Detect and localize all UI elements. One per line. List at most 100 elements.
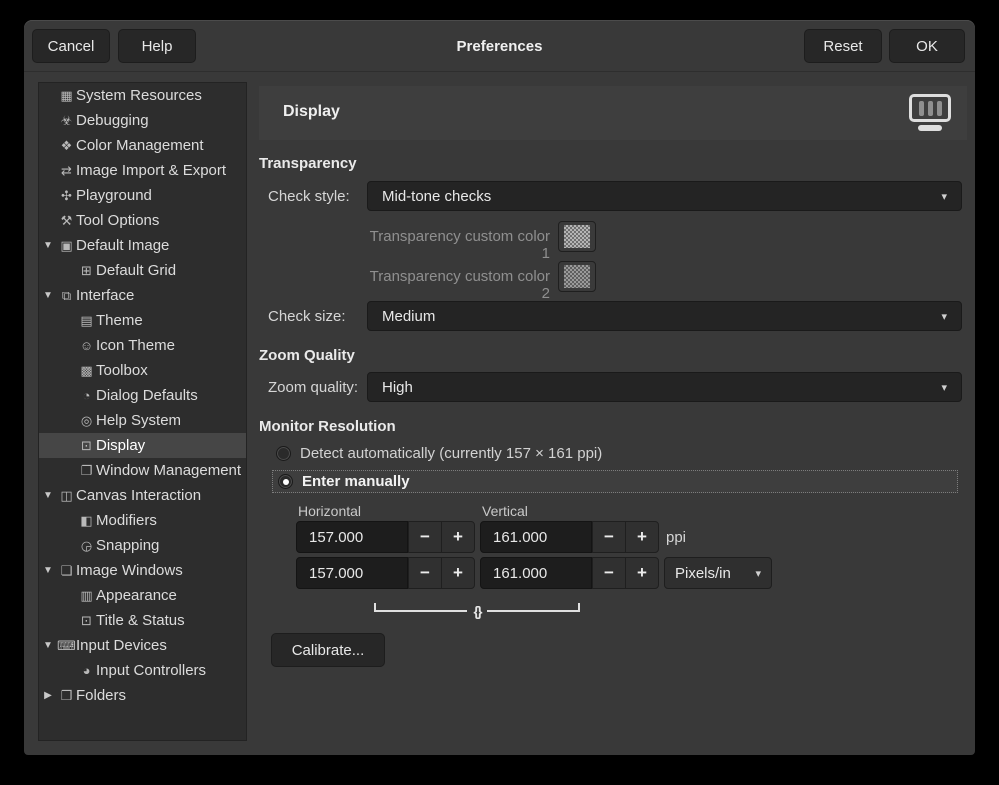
sidebar-item-label: Interface (76, 287, 134, 304)
sidebar-item-icon-theme[interactable]: ☺Icon Theme (39, 333, 246, 358)
vertical-ppi-input[interactable] (480, 521, 592, 553)
check-size-label: Check size: (268, 308, 346, 325)
playground-icon: ✣ (57, 188, 76, 204)
zoom-quality-dropdown[interactable]: High ▾ (367, 372, 962, 402)
check-size-dropdown[interactable]: Medium ▾ (367, 301, 962, 331)
sidebar-item-window-management[interactable]: ❐Window Management (39, 458, 246, 483)
sidebar-item-dialog-defaults[interactable]: ◔Dialog Defaults (39, 383, 246, 408)
sidebar-item-default-image[interactable]: ▼▣Default Image (39, 233, 246, 258)
sidebar-item-folders[interactable]: ▶❒Folders (39, 683, 246, 708)
custom-color-2-label: Transparency custom color 2 (367, 268, 550, 302)
vertical-unit-input[interactable] (480, 557, 592, 589)
cancel-button[interactable]: Cancel (32, 29, 110, 63)
horizontal-ppi-decrement-button[interactable]: − (408, 521, 442, 553)
ok-button[interactable]: OK (889, 29, 965, 63)
radio-off-icon[interactable] (276, 446, 291, 461)
sidebar-item-label: Snapping (96, 537, 159, 554)
sidebar-item-label: Default Image (76, 237, 169, 254)
preferences-dialog: Preferences Cancel Help Reset OK ▦System… (24, 20, 975, 755)
chevron-down-icon: ▾ (941, 310, 947, 323)
broken-chain-icon: {} (474, 606, 481, 616)
expander-open-icon[interactable]: ▼ (39, 290, 57, 301)
sidebar-item-debugging[interactable]: ☣Debugging (39, 108, 246, 133)
monitor-resolution-section-title: Monitor Resolution (259, 418, 396, 435)
horizontal-unit-increment-button[interactable]: + (441, 557, 475, 589)
chain-link-toggle[interactable]: {} (374, 596, 580, 612)
theme-icon: ▤ (77, 313, 96, 329)
chevron-down-icon: ▾ (941, 381, 947, 394)
sidebar-item-label: Tool Options (76, 212, 159, 229)
sidebar-item-label: Debugging (76, 112, 149, 129)
sidebar-item-interface[interactable]: ▼⧉Interface (39, 283, 246, 308)
default-grid-icon: ⊞ (77, 263, 96, 279)
sidebar-item-label: Help System (96, 412, 181, 429)
enter-manually-radio[interactable]: Enter manually (272, 470, 958, 493)
check-size-value: Medium (382, 308, 435, 325)
debugging-icon: ☣ (57, 113, 76, 129)
horizontal-unit-input[interactable] (296, 557, 408, 589)
expander-closed-icon[interactable]: ▶ (39, 690, 57, 701)
horizontal-ppi-increment-button[interactable]: + (441, 521, 475, 553)
custom-color-2-swatch[interactable] (558, 261, 596, 292)
vertical-ppi-increment-button[interactable]: + (625, 521, 659, 553)
sidebar-item-appearance[interactable]: ▥Appearance (39, 583, 246, 608)
reset-button[interactable]: Reset (804, 29, 882, 63)
page-title: Display (283, 103, 340, 121)
help-button[interactable]: Help (118, 29, 196, 63)
check-style-value: Mid-tone checks (382, 188, 491, 205)
sidebar-item-default-grid[interactable]: ⊞Default Grid (39, 258, 246, 283)
sidebar-item-label: Default Grid (96, 262, 176, 279)
modifiers-icon: ◧ (77, 513, 96, 529)
expander-open-icon[interactable]: ▼ (39, 490, 57, 501)
detect-automatically-radio[interactable]: Detect automatically (currently 157 × 16… (276, 445, 602, 462)
calibrate-button[interactable]: Calibrate... (271, 633, 385, 667)
sidebar-item-snapping[interactable]: ◶Snapping (39, 533, 246, 558)
folders-icon: ❒ (57, 688, 76, 704)
sidebar-item-canvas-interaction[interactable]: ▼◫Canvas Interaction (39, 483, 246, 508)
sidebar-item-system-resources[interactable]: ▦System Resources (39, 83, 246, 108)
sidebar-item-display[interactable]: ⊡Display (39, 433, 246, 458)
sidebar-item-help-system[interactable]: ◎Help System (39, 408, 246, 433)
sidebar-item-label: Icon Theme (96, 337, 175, 354)
sidebar-item-label: Color Management (76, 137, 204, 154)
custom-color-1-label: Transparency custom color 1 (367, 228, 550, 262)
vertical-unit-increment-button[interactable]: + (625, 557, 659, 589)
unit-dropdown[interactable]: Pixels/in ▾ (664, 557, 772, 589)
detect-automatically-label: Detect automatically (currently 157 × 16… (300, 445, 602, 462)
canvas-interaction-icon: ◫ (57, 488, 76, 504)
sidebar-item-tool-options[interactable]: ⚒Tool Options (39, 208, 246, 233)
appearance-icon: ▥ (77, 588, 96, 604)
sidebar-item-color-management[interactable]: ❖Color Management (39, 133, 246, 158)
image-import-export-icon: ⇄ (57, 163, 76, 179)
sidebar-item-label: Dialog Defaults (96, 387, 198, 404)
horizontal-ppi-input[interactable] (296, 521, 408, 553)
sidebar-item-modifiers[interactable]: ◧Modifiers (39, 508, 246, 533)
vertical-column-label: Vertical (482, 503, 528, 519)
sidebar-item-title-status[interactable]: ⊡Title & Status (39, 608, 246, 633)
sidebar-item-label: Folders (76, 687, 126, 704)
expander-open-icon[interactable]: ▼ (39, 240, 57, 251)
radio-on-icon[interactable] (278, 474, 293, 489)
sidebar-item-toolbox[interactable]: ▩Toolbox (39, 358, 246, 383)
toolbox-icon: ▩ (77, 363, 96, 379)
sidebar-item-image-windows[interactable]: ▼❏Image Windows (39, 558, 246, 583)
unit-value: Pixels/in (675, 565, 731, 582)
expander-open-icon[interactable]: ▼ (39, 565, 57, 576)
sidebar-item-label: Input Devices (76, 637, 167, 654)
sidebar-item-image-import-export[interactable]: ⇄Image Import & Export (39, 158, 246, 183)
check-style-dropdown[interactable]: Mid-tone checks ▾ (367, 181, 962, 211)
sidebar-item-input-devices[interactable]: ▼⌨Input Devices (39, 633, 246, 658)
preferences-category-list: ▦System Resources☣Debugging❖Color Manage… (38, 82, 247, 741)
expander-open-icon[interactable]: ▼ (39, 640, 57, 651)
interface-icon: ⧉ (57, 288, 76, 304)
sidebar-item-input-controllers[interactable]: ◕Input Controllers (39, 658, 246, 683)
vertical-unit-decrement-button[interactable]: − (592, 557, 626, 589)
snapping-icon: ◶ (77, 538, 96, 554)
horizontal-unit-decrement-button[interactable]: − (408, 557, 442, 589)
input-devices-icon: ⌨ (57, 638, 76, 654)
sidebar-item-theme[interactable]: ▤Theme (39, 308, 246, 333)
custom-color-1-swatch[interactable] (558, 221, 596, 252)
vertical-ppi-decrement-button[interactable]: − (592, 521, 626, 553)
sidebar-item-playground[interactable]: ✣Playground (39, 183, 246, 208)
enter-manually-label: Enter manually (302, 473, 410, 490)
